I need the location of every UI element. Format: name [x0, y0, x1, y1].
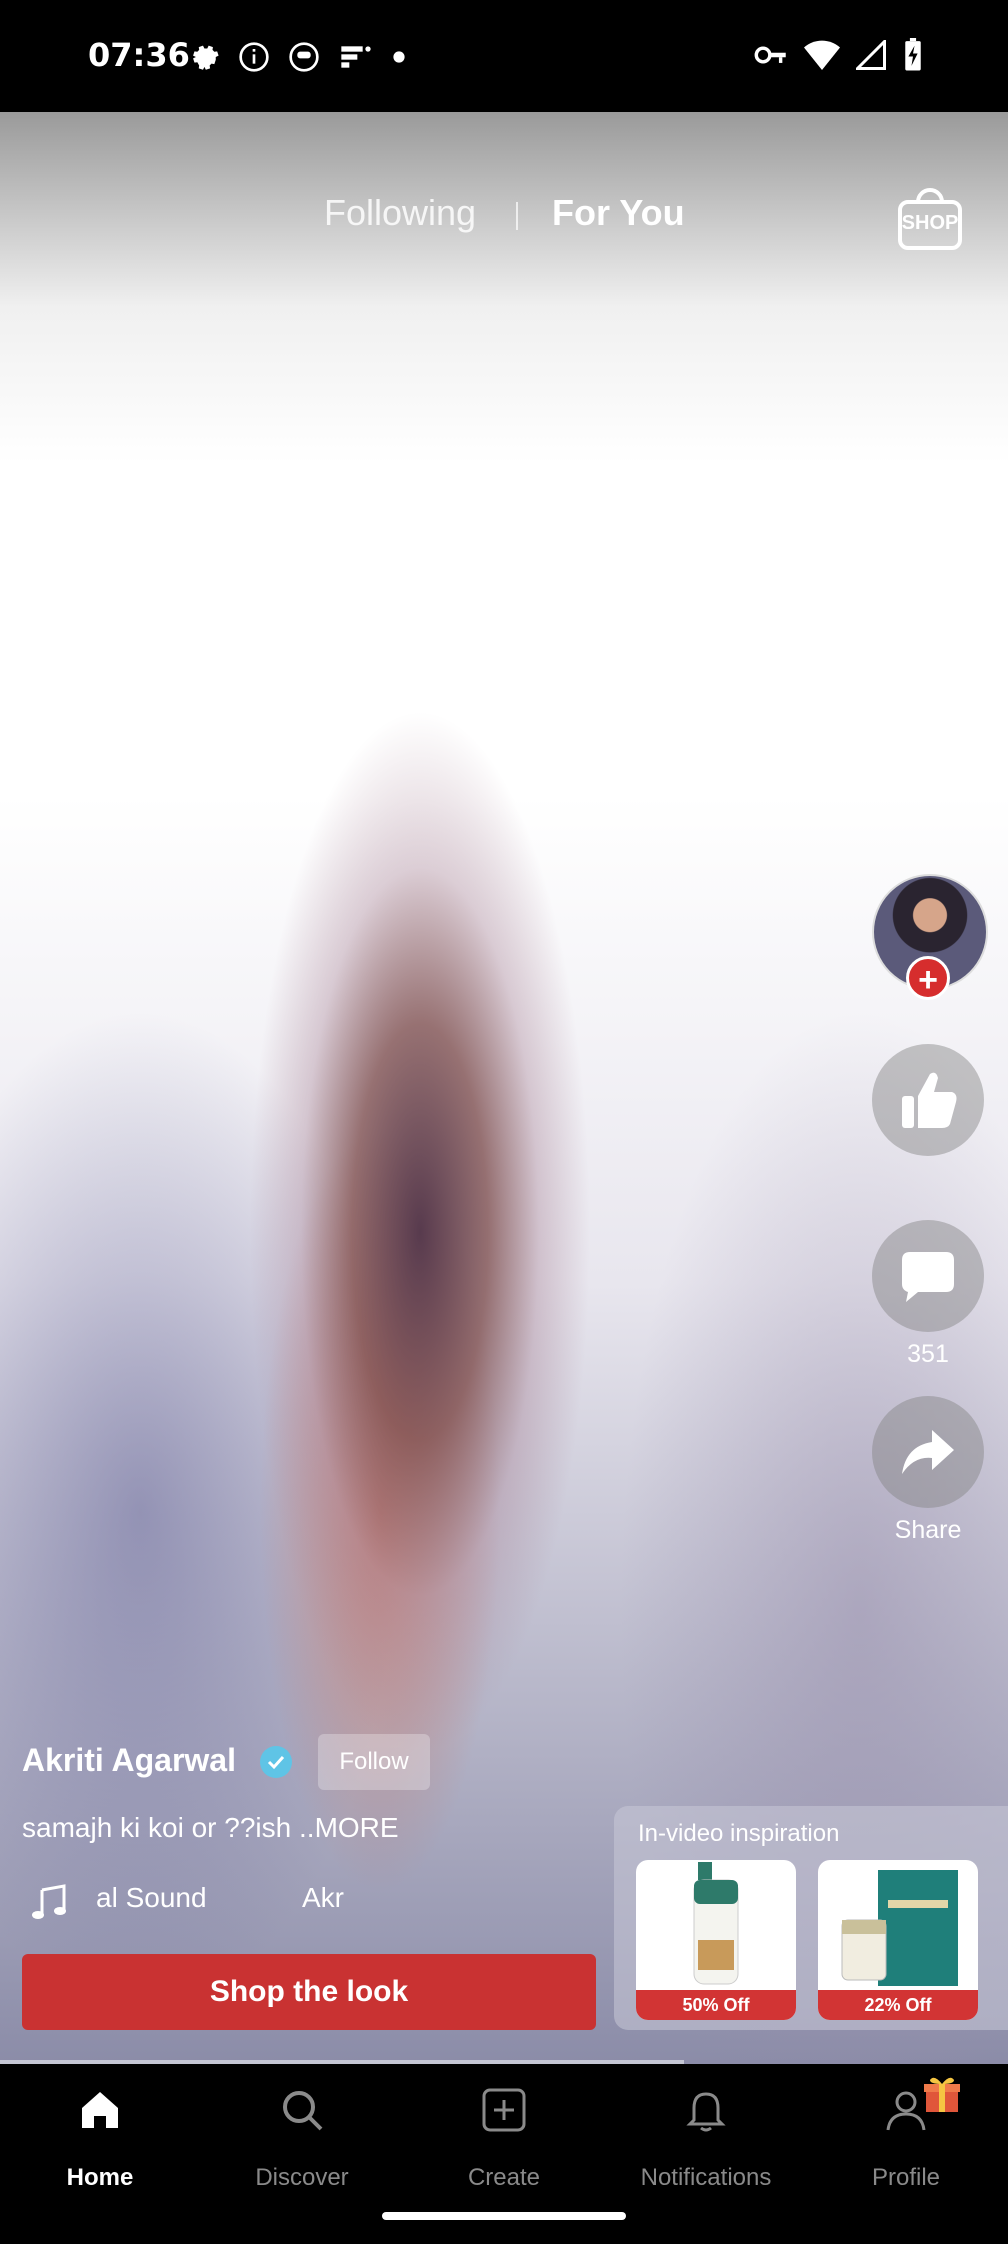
- battery-charging-icon: [905, 38, 921, 71]
- home-indicator[interactable]: [382, 2212, 626, 2220]
- product-cream-image: [841, 1870, 958, 1986]
- status-bar: 07:36: [0, 0, 1008, 112]
- sound-name: al Sound: [96, 1882, 207, 1913]
- home-icon: [82, 2092, 118, 2128]
- share-label: Share: [894, 1516, 962, 1544]
- follow-button[interactable]: Follow: [318, 1734, 430, 1790]
- verified-badge-icon: [260, 1746, 292, 1778]
- shop-the-look-button[interactable]: Shop the look: [22, 1954, 596, 2030]
- discount-badge: 22% Off: [818, 1990, 978, 2020]
- share-arrow-icon: [902, 1430, 954, 1474]
- post-caption[interactable]: samajh ki koi or ??ish ..MORE: [22, 1812, 399, 1844]
- cellular-signal-icon: [856, 40, 886, 70]
- vpn-key-icon: [754, 46, 786, 64]
- creator-username[interactable]: Akriti Agarwal: [22, 1742, 236, 1779]
- create-plus-icon: [482, 2088, 526, 2132]
- wifi-icon: [804, 40, 840, 70]
- shop-button[interactable]: SHOP: [896, 184, 964, 252]
- app-notification-icon: [289, 42, 319, 72]
- tab-following[interactable]: Following: [324, 192, 476, 234]
- dot-icon: [393, 51, 405, 63]
- inspiration-title: In-video inspiration: [638, 1820, 840, 1847]
- bell-icon: [686, 2092, 726, 2132]
- in-video-inspiration-panel: In-video inspiration 50% Off 22% Off: [614, 1806, 1008, 2030]
- gift-icon: [924, 2077, 960, 2112]
- comment-button[interactable]: [872, 1220, 984, 1332]
- fitness-icon: [341, 46, 371, 68]
- nav-label: Home: [66, 2164, 134, 2191]
- status-time: 07:36: [88, 36, 190, 74]
- search-icon: [283, 2091, 323, 2131]
- follow-plus-button[interactable]: +: [906, 956, 950, 1000]
- sound-ticker[interactable]: al Sound Akr: [30, 1880, 350, 1924]
- thumbs-up-icon: [902, 1072, 957, 1128]
- sound-artist: Akr: [302, 1882, 344, 1913]
- product-card[interactable]: 50% Off: [636, 1860, 796, 2020]
- like-button[interactable]: [872, 1044, 984, 1156]
- tab-divider: [516, 202, 518, 230]
- info-icon: [239, 42, 269, 72]
- share-button[interactable]: [872, 1396, 984, 1508]
- tab-for-you[interactable]: For You: [552, 192, 685, 234]
- nav-label: Profile: [871, 2164, 941, 2191]
- nav-label: Discover: [255, 2164, 349, 2191]
- product-card[interactable]: 22% Off: [818, 1860, 978, 2020]
- music-note-icon: [32, 1884, 66, 1919]
- nav-label: Create: [467, 2164, 541, 2191]
- nav-label: Notifications: [640, 2164, 772, 2191]
- settings-icon: [193, 45, 219, 70]
- feed-tabs: Following For You: [0, 192, 1008, 242]
- comment-count: 351: [907, 1340, 949, 1368]
- comment-bubble-icon: [902, 1252, 954, 1302]
- product-lotion-image: [693, 1862, 739, 1985]
- discount-badge: 50% Off: [636, 1990, 796, 2020]
- shop-label: SHOP: [901, 212, 959, 234]
